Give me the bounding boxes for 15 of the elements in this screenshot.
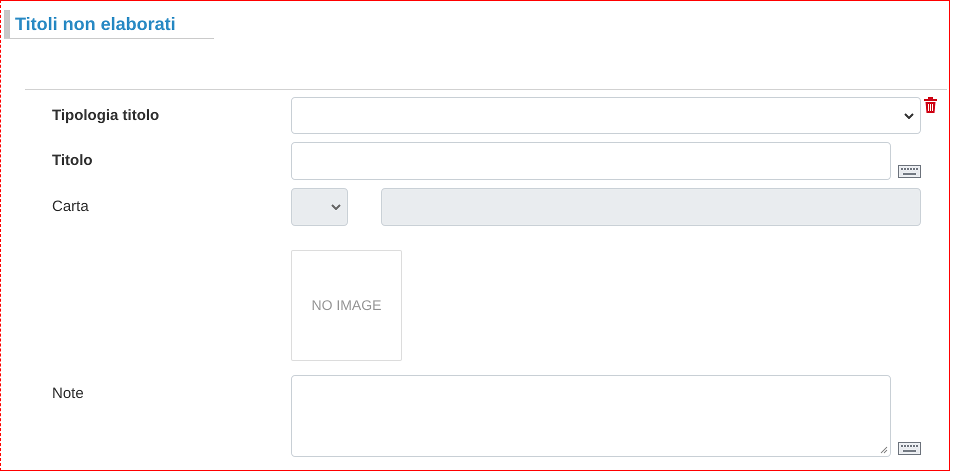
delete-icon[interactable]: [924, 97, 937, 113]
field-label: Tipologia titolo: [52, 107, 160, 124]
input-field[interactable]: [381, 188, 921, 226]
placeholder-text: NO IMAGE: [311, 296, 382, 315]
field-label: Titolo: [52, 152, 93, 169]
input-field[interactable]: [291, 142, 891, 180]
section-title: Titoli non elaborati: [14, 13, 176, 36]
text-area[interactable]: [291, 375, 891, 457]
keyboard-icon[interactable]: [898, 165, 921, 178]
chevron-icon: [904, 112, 914, 118]
field-label: Carta: [52, 198, 89, 215]
resize-handle-icon[interactable]: [880, 446, 888, 454]
keyboard-icon[interactable]: [898, 442, 921, 455]
field-label: Note: [52, 385, 84, 402]
chevron-icon: [331, 204, 341, 210]
